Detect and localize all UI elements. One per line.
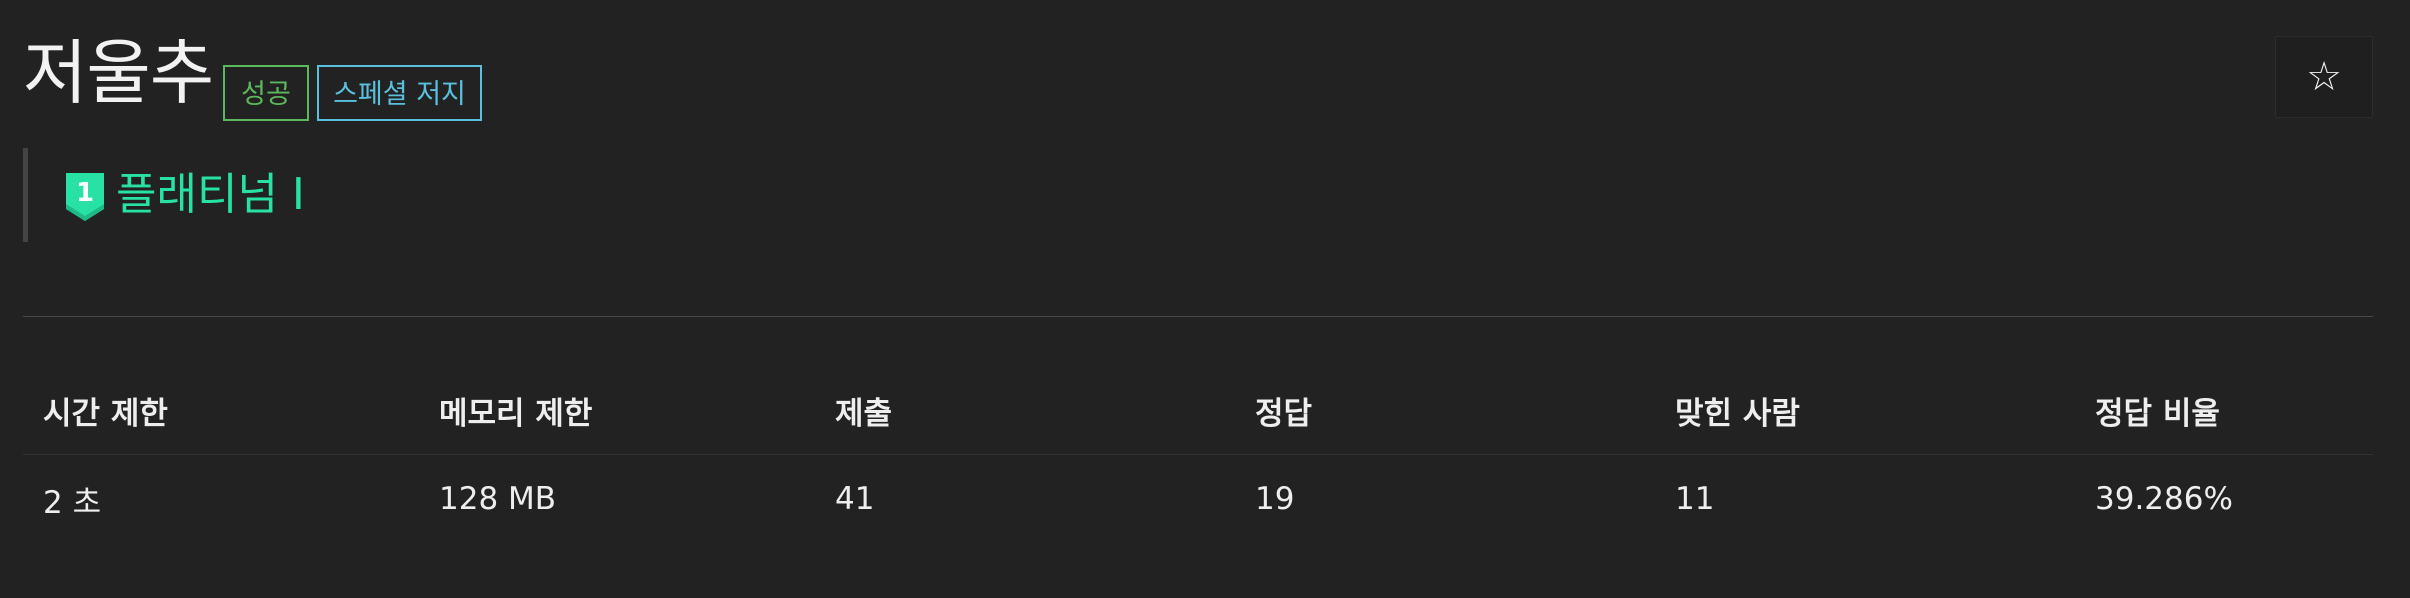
tier-icon-number: 1 [76, 178, 94, 208]
problem-page: 저울추 성공 스페셜 저지 ☆ 1 플래티넘 I 시간 제한 메모리 제한 제출… [0, 0, 2410, 598]
header-solved-users: 맞힌 사람 [1655, 366, 2075, 455]
platinum-tier-icon: 1 [66, 173, 104, 221]
divider [23, 316, 2373, 317]
header-time-limit: 시간 제한 [23, 366, 419, 455]
header-memory-limit: 메모리 제한 [419, 366, 815, 455]
header-accept-ratio: 정답 비율 [2075, 366, 2373, 455]
cell-submissions: 41 [835, 481, 875, 517]
cell-accepted: 19 [1255, 481, 1295, 517]
special-judge-badge[interactable]: 스페셜 저지 [317, 65, 482, 121]
cell-solved-users: 11 [1675, 481, 1715, 517]
star-icon: ☆ [2306, 54, 2342, 100]
problem-info-table: 시간 제한 메모리 제한 제출 정답 맞힌 사람 정답 비율 2 초 128 M… [23, 366, 2373, 543]
cell-time-limit: 2 초 [43, 484, 102, 521]
tier-block: 1 플래티넘 I [23, 148, 305, 242]
tier-label[interactable]: 플래티넘 I [116, 173, 305, 217]
page-title: 저울추 [23, 32, 214, 114]
header-submissions: 제출 [815, 366, 1235, 455]
success-badge[interactable]: 성공 [223, 65, 309, 121]
table-header-row: 시간 제한 메모리 제한 제출 정답 맞힌 사람 정답 비율 [23, 366, 2373, 455]
cell-accept-ratio: 39.286% [2095, 481, 2233, 517]
table-row: 2 초 128 MB 41 19 11 39.286% [23, 455, 2373, 544]
star-button[interactable]: ☆ [2275, 36, 2373, 118]
cell-memory-limit: 128 MB [439, 481, 557, 517]
header-accepted: 정답 [1235, 366, 1655, 455]
title-row: 저울추 [23, 32, 214, 114]
